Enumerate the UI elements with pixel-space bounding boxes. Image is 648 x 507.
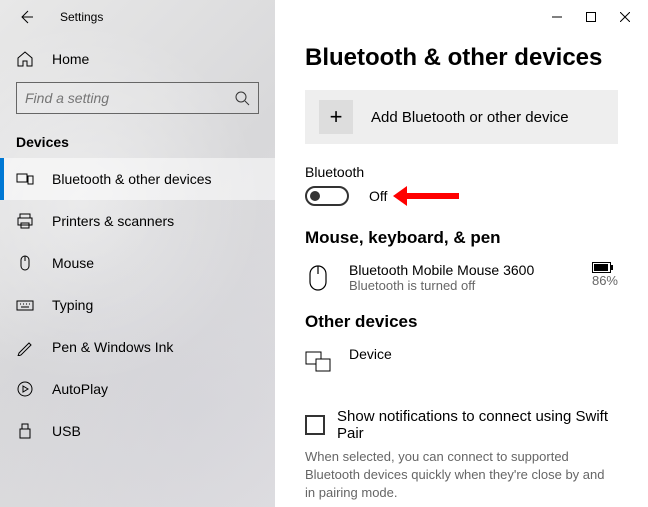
- section-mouse-heading: Mouse, keyboard, & pen: [305, 228, 618, 248]
- sidebar-item-typing[interactable]: Typing: [0, 284, 275, 326]
- sidebar-item-bluetooth[interactable]: Bluetooth & other devices: [0, 158, 275, 200]
- sidebar-item-mouse[interactable]: Mouse: [0, 242, 275, 284]
- device-name: Device: [349, 346, 618, 362]
- bluetooth-label: Bluetooth: [305, 164, 618, 180]
- devices-icon: [16, 170, 34, 188]
- page-title: Bluetooth & other devices: [305, 44, 618, 72]
- bluetooth-toggle[interactable]: [305, 186, 349, 206]
- section-other-heading: Other devices: [305, 312, 618, 332]
- app-title: Settings: [60, 10, 103, 24]
- home-label: Home: [52, 51, 89, 67]
- minimize-button[interactable]: [540, 3, 574, 31]
- usb-icon: [16, 422, 34, 440]
- plus-icon: +: [319, 100, 353, 134]
- keyboard-icon: [16, 296, 34, 314]
- bluetooth-status: Off: [369, 188, 387, 204]
- search-input[interactable]: [25, 90, 234, 106]
- nav-home[interactable]: Home: [0, 40, 275, 78]
- battery-percent: 86%: [592, 273, 618, 288]
- back-button[interactable]: [16, 7, 36, 27]
- sidebar-item-label: Pen & Windows Ink: [52, 339, 173, 355]
- close-button[interactable]: [608, 3, 642, 31]
- device-row-mouse[interactable]: Bluetooth Mobile Mouse 3600 Bluetooth is…: [305, 258, 618, 312]
- add-device-label: Add Bluetooth or other device: [371, 109, 569, 126]
- device-row-other[interactable]: Device: [305, 342, 618, 396]
- maximize-button[interactable]: [574, 3, 608, 31]
- pen-icon: [16, 338, 34, 356]
- sidebar-item-label: AutoPlay: [52, 381, 108, 397]
- mouse-device-icon: [305, 262, 331, 294]
- sidebar: Settings Home Devices Bluetooth & other …: [0, 0, 275, 507]
- generic-device-icon: [305, 346, 331, 378]
- sidebar-item-autoplay[interactable]: AutoPlay: [0, 368, 275, 410]
- swift-pair-label: Show notifications to connect using Swif…: [337, 408, 618, 442]
- add-device-button[interactable]: + Add Bluetooth or other device: [305, 90, 618, 144]
- search-icon: [234, 90, 250, 106]
- battery-icon: [592, 262, 618, 273]
- device-status: Bluetooth is turned off: [349, 278, 574, 293]
- device-name: Bluetooth Mobile Mouse 3600: [349, 262, 574, 278]
- swift-pair-help: When selected, you can connect to suppor…: [305, 448, 618, 503]
- sidebar-item-usb[interactable]: USB: [0, 410, 275, 452]
- sidebar-item-printers[interactable]: Printers & scanners: [0, 200, 275, 242]
- search-box[interactable]: [16, 82, 259, 114]
- sidebar-item-label: Mouse: [52, 255, 94, 271]
- sidebar-item-label: Typing: [52, 297, 93, 313]
- swift-pair-checkbox[interactable]: [305, 415, 325, 435]
- battery-indicator: 86%: [592, 262, 618, 288]
- home-icon: [16, 50, 34, 68]
- nav-group-header: Devices: [0, 114, 275, 158]
- titlebar-left: Settings: [0, 0, 275, 34]
- mouse-icon: [16, 254, 34, 272]
- swift-pair-checkbox-row[interactable]: Show notifications to connect using Swif…: [305, 408, 618, 442]
- sidebar-item-label: Bluetooth & other devices: [52, 171, 212, 187]
- sidebar-item-label: USB: [52, 423, 81, 439]
- main-panel: Bluetooth & other devices + Add Bluetoot…: [275, 0, 648, 507]
- annotation-arrow: [407, 193, 459, 199]
- autoplay-icon: [16, 380, 34, 398]
- sidebar-item-label: Printers & scanners: [52, 213, 174, 229]
- sidebar-item-pen[interactable]: Pen & Windows Ink: [0, 326, 275, 368]
- printer-icon: [16, 212, 34, 230]
- titlebar-right: [275, 0, 648, 34]
